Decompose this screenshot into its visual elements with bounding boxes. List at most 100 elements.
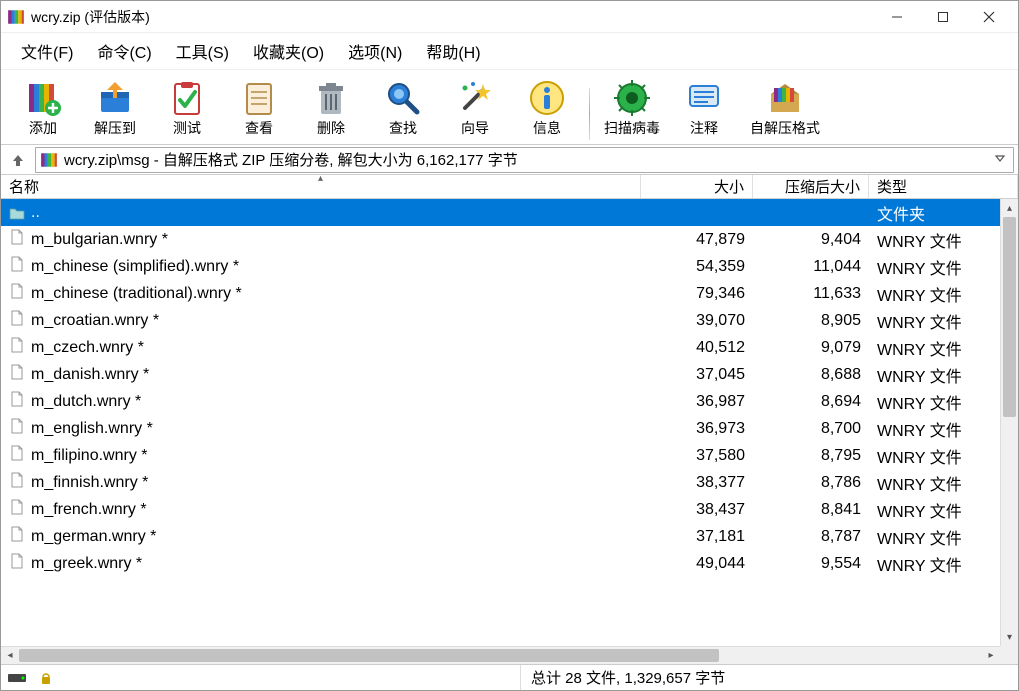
- hscroll-thumb[interactable]: [19, 649, 719, 662]
- file-row[interactable]: m_czech.wnry *40,5129,079WNRY 文件: [1, 334, 1000, 361]
- menu-help[interactable]: 帮助(H): [416, 37, 490, 65]
- toolbar-view[interactable]: 查看: [223, 76, 295, 140]
- menu-options[interactable]: 选项(N): [338, 37, 412, 65]
- file-size: 49,044: [641, 555, 753, 573]
- vertical-scrollbar[interactable]: ▴ ▾: [1000, 199, 1018, 646]
- file-icon: [9, 310, 31, 331]
- toolbar-sfx[interactable]: 自解压格式: [740, 76, 830, 140]
- vscroll-thumb[interactable]: [1003, 217, 1016, 417]
- toolbar: 添加 解压到 测试 查看 删除 查找: [1, 70, 1018, 145]
- scroll-up-icon[interactable]: ▴: [1001, 199, 1018, 217]
- toolbar-comment[interactable]: 注释: [668, 76, 740, 140]
- file-size: 38,377: [641, 474, 753, 492]
- toolbar-virus-scan[interactable]: 扫描病毒: [596, 76, 668, 140]
- toolbar-find[interactable]: 查找: [367, 76, 439, 140]
- file-list: .. 文件夹 m_bulgarian.wnry *47,8799,404WNRY…: [1, 199, 1018, 664]
- toolbar-add[interactable]: 添加: [7, 76, 79, 140]
- toolbar-find-label: 查找: [389, 118, 417, 138]
- file-name: m_dutch.wnry *: [31, 393, 141, 411]
- menu-file[interactable]: 文件(F): [11, 37, 83, 65]
- minimize-button[interactable]: [874, 2, 920, 32]
- file-icon: [9, 337, 31, 358]
- toolbar-info-label: 信息: [533, 118, 561, 138]
- file-name: m_danish.wnry *: [31, 366, 149, 384]
- file-type: WNRY 文件: [869, 282, 1000, 306]
- address-path: wcry.zip\msg - 自解压格式 ZIP 压缩分卷, 解包大小为 6,1…: [64, 149, 991, 170]
- file-size: 47,879: [641, 231, 753, 249]
- toolbar-delete[interactable]: 删除: [295, 76, 367, 140]
- toolbar-virus-scan-label: 扫描病毒: [604, 118, 660, 138]
- file-packed: 8,841: [753, 501, 869, 519]
- column-packed[interactable]: 压缩后大小: [753, 175, 869, 198]
- file-packed: 8,795: [753, 447, 869, 465]
- file-name: m_finnish.wnry *: [31, 474, 148, 492]
- file-packed: 9,554: [753, 555, 869, 573]
- toolbar-delete-label: 删除: [317, 118, 345, 138]
- delete-icon: [311, 78, 351, 118]
- file-row[interactable]: m_french.wnry *38,4378,841WNRY 文件: [1, 496, 1000, 523]
- horizontal-scrollbar[interactable]: ◂ ▸: [1, 646, 1000, 664]
- file-name: m_german.wnry *: [31, 528, 156, 546]
- file-icon: [9, 418, 31, 439]
- file-size: 40,512: [641, 339, 753, 357]
- file-row[interactable]: m_dutch.wnry *36,9878,694WNRY 文件: [1, 388, 1000, 415]
- menubar: 文件(F) 命令(C) 工具(S) 收藏夹(O) 选项(N) 帮助(H): [1, 33, 1018, 70]
- file-row[interactable]: m_filipino.wnry *37,5808,795WNRY 文件: [1, 442, 1000, 469]
- column-type[interactable]: 类型: [869, 175, 1018, 198]
- address-box[interactable]: wcry.zip\msg - 自解压格式 ZIP 压缩分卷, 解包大小为 6,1…: [35, 147, 1014, 173]
- maximize-button[interactable]: [920, 2, 966, 32]
- file-icon: [9, 499, 31, 520]
- add-icon: [23, 78, 63, 118]
- file-row[interactable]: m_chinese (simplified).wnry *54,35911,04…: [1, 253, 1000, 280]
- info-icon: [527, 78, 567, 118]
- file-size: 37,580: [641, 447, 753, 465]
- extract-icon: [95, 78, 135, 118]
- scroll-down-icon[interactable]: ▾: [1001, 628, 1018, 646]
- file-row[interactable]: m_danish.wnry *37,0458,688WNRY 文件: [1, 361, 1000, 388]
- up-button[interactable]: [7, 149, 29, 171]
- file-size: 79,346: [641, 285, 753, 303]
- file-row[interactable]: m_bulgarian.wnry *47,8799,404WNRY 文件: [1, 226, 1000, 253]
- address-dropdown[interactable]: [991, 151, 1009, 168]
- toolbar-separator: [589, 88, 590, 140]
- scroll-left-icon[interactable]: ◂: [1, 647, 19, 664]
- file-row[interactable]: m_german.wnry *37,1818,787WNRY 文件: [1, 523, 1000, 550]
- toolbar-add-label: 添加: [29, 118, 57, 138]
- close-button[interactable]: [966, 2, 1012, 32]
- file-name: m_chinese (traditional).wnry *: [31, 285, 242, 303]
- wizard-icon: [455, 78, 495, 118]
- file-size: 37,181: [641, 528, 753, 546]
- scroll-right-icon[interactable]: ▸: [982, 647, 1000, 664]
- file-size: 37,045: [641, 366, 753, 384]
- menu-commands[interactable]: 命令(C): [87, 37, 161, 65]
- column-size[interactable]: 大小: [641, 175, 753, 198]
- file-name: m_filipino.wnry *: [31, 447, 147, 465]
- menu-tools[interactable]: 工具(S): [166, 37, 239, 65]
- folder-up-icon: [9, 205, 25, 221]
- parent-folder-row[interactable]: .. 文件夹: [1, 199, 1000, 226]
- parent-type: 文件夹: [869, 201, 1000, 225]
- toolbar-extract-to[interactable]: 解压到: [79, 76, 151, 140]
- file-name: m_chinese (simplified).wnry *: [31, 258, 239, 276]
- columns-header: 名称 ▴ 大小 压缩后大小 类型: [1, 175, 1018, 199]
- file-type: WNRY 文件: [869, 417, 1000, 441]
- file-icon: [9, 256, 31, 277]
- file-row[interactable]: m_croatian.wnry *39,0708,905WNRY 文件: [1, 307, 1000, 334]
- menu-favorites[interactable]: 收藏夹(O): [243, 37, 334, 65]
- file-row[interactable]: m_english.wnry *36,9738,700WNRY 文件: [1, 415, 1000, 442]
- toolbar-wizard-label: 向导: [461, 118, 489, 138]
- toolbar-test[interactable]: 测试: [151, 76, 223, 140]
- lock-icon: [35, 671, 57, 685]
- file-row[interactable]: m_chinese (traditional).wnry *79,34611,6…: [1, 280, 1000, 307]
- file-row[interactable]: m_greek.wnry *49,0449,554WNRY 文件: [1, 550, 1000, 577]
- column-name[interactable]: 名称 ▴: [1, 175, 641, 198]
- toolbar-sfx-label: 自解压格式: [750, 118, 820, 138]
- file-icon: [9, 472, 31, 493]
- toolbar-info[interactable]: 信息: [511, 76, 583, 140]
- file-row[interactable]: m_finnish.wnry *38,3778,786WNRY 文件: [1, 469, 1000, 496]
- toolbar-wizard[interactable]: 向导: [439, 76, 511, 140]
- file-size: 36,987: [641, 393, 753, 411]
- window-controls: [874, 2, 1012, 32]
- file-icon: [9, 283, 31, 304]
- sfx-icon: [765, 78, 805, 118]
